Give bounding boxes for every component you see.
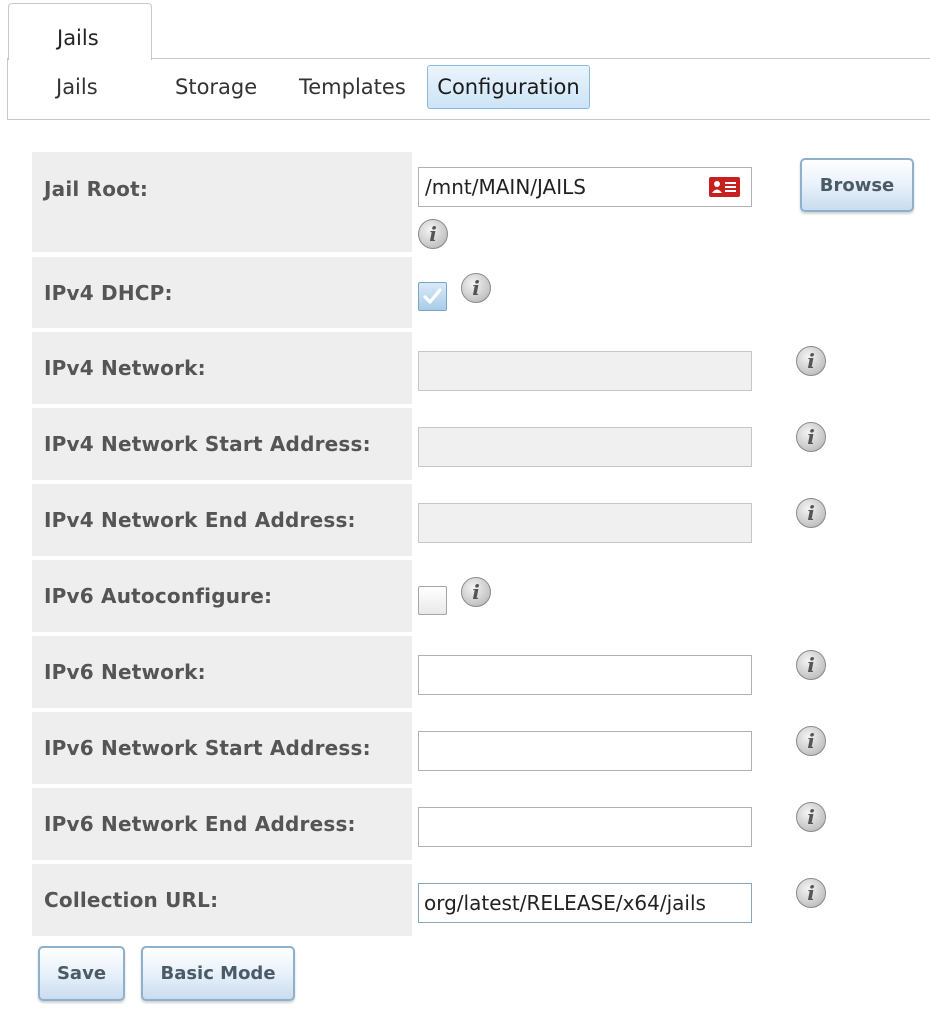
info-icon[interactable]: i [796,422,826,452]
info-icon[interactable]: i [461,577,491,607]
subtab-jails[interactable]: Jails [56,67,98,107]
ipv6-end-label: IPv6 Network End Address: [32,788,412,860]
tab-jails-top-label: Jails [57,26,99,50]
tab-divider [152,58,930,59]
save-button[interactable]: Save [38,946,125,1001]
ipv6-autoconfigure-label: IPv6 Autoconfigure: [32,560,412,632]
ipv4-end-label: IPv4 Network End Address: [32,484,412,556]
info-icon[interactable]: i [796,878,826,908]
info-icon[interactable]: i [461,273,491,303]
jail-root-label: Jail Root: [32,152,412,252]
subtab-configuration[interactable]: Configuration [427,65,590,109]
collection-url-label: Collection URL: [32,864,412,936]
collection-url-input[interactable] [418,883,752,923]
checkmark-icon [423,288,442,304]
basic-mode-button[interactable]: Basic Mode [141,946,295,1001]
ipv4-network-input[interactable] [418,351,752,391]
info-icon[interactable]: i [796,726,826,756]
info-icon[interactable]: i [796,650,826,680]
subtab-storage[interactable]: Storage [175,67,257,107]
ipv6-network-input[interactable] [418,655,752,695]
tab-left-border [7,58,8,120]
ipv6-start-label: IPv6 Network Start Address: [32,712,412,784]
ipv4-end-input[interactable] [418,503,752,543]
browse-button[interactable]: Browse [800,158,914,212]
ipv4-start-label: IPv4 Network Start Address: [32,408,412,480]
info-icon[interactable]: i [796,346,826,376]
ipv4-start-input[interactable] [418,427,752,467]
info-icon[interactable]: i [796,498,826,528]
tab-jails-top[interactable]: Jails [8,3,152,60]
ipv4-dhcp-checkbox[interactable] [418,282,447,311]
ipv6-start-input[interactable] [418,731,752,771]
ipv6-end-input[interactable] [418,807,752,847]
info-icon[interactable]: i [418,219,448,249]
ipv4-dhcp-label: IPv4 DHCP: [32,257,412,328]
subtab-templates[interactable]: Templates [299,67,406,107]
ipv6-autoconfigure-checkbox[interactable] [418,586,447,615]
jail-root-input[interactable] [418,167,752,207]
subtab-divider [7,119,930,120]
ipv4-network-label: IPv4 Network: [32,332,412,404]
address-card-icon[interactable] [709,177,740,197]
ipv6-network-label: IPv6 Network: [32,636,412,708]
info-icon[interactable]: i [796,802,826,832]
